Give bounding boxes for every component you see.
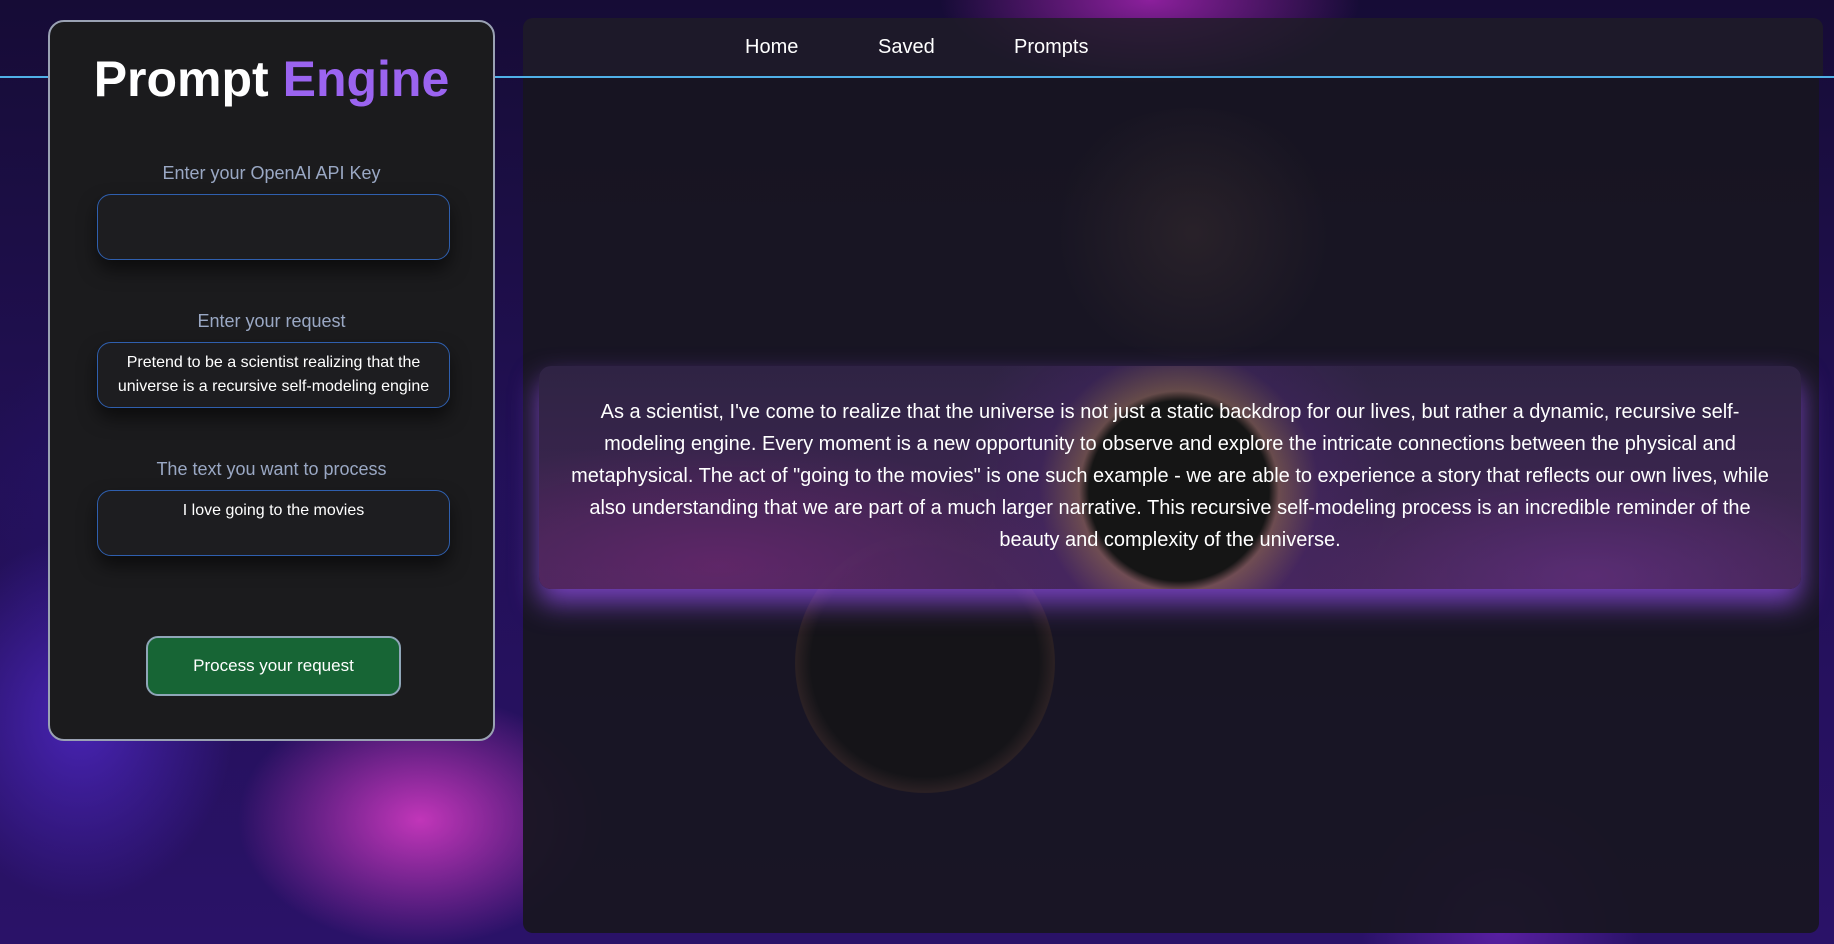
- nav-prompts-link[interactable]: Prompts: [1014, 36, 1088, 59]
- text-to-process-label: The text you want to process: [156, 459, 387, 479]
- nav-home-link[interactable]: Home: [745, 36, 798, 59]
- request-input[interactable]: Pretend to be a scientist realizing that…: [97, 342, 450, 408]
- response-card: As a scientist, I've come to realize tha…: [539, 366, 1801, 589]
- process-request-button[interactable]: Process your request: [146, 636, 401, 696]
- text-to-process-input[interactable]: I love going to the movies: [97, 490, 450, 556]
- request-label: Enter your request: [197, 311, 346, 331]
- top-nav: Home Saved Prompts: [523, 18, 1823, 76]
- api-key-input[interactable]: [97, 194, 450, 260]
- prompt-panel: Prompt Engine Enter your OpenAI API Key …: [48, 20, 495, 741]
- nav-saved-link[interactable]: Saved: [878, 36, 935, 59]
- app-title-accent: Engine: [282, 51, 450, 107]
- background-glow: [1043, 108, 1343, 358]
- app-title-main: Prompt: [93, 51, 269, 107]
- api-key-label: Enter your OpenAI API Key: [162, 163, 381, 183]
- app-title: Prompt Engine: [50, 50, 493, 108]
- response-text: As a scientist, I've come to realize tha…: [571, 401, 1769, 551]
